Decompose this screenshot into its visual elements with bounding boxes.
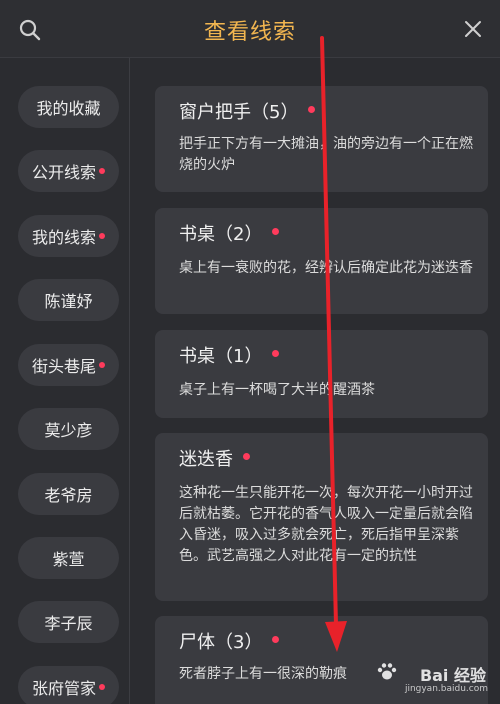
clue-description: 把手正下方有一大摊油，油的旁边有一个正在燃烧的火炉 xyxy=(179,136,473,173)
sidebar-item-master-room[interactable]: 老爷房 xyxy=(18,473,119,515)
clue-title: 书桌（1） xyxy=(179,346,263,367)
clue-title: 窗户把手（5） xyxy=(179,102,299,123)
sidebar-item-label: 我的收藏 xyxy=(36,99,101,118)
sidebar-item-chen-jinyu[interactable]: 陈谨妤 xyxy=(18,279,119,321)
sidebar-item-label: 李子辰 xyxy=(44,614,93,633)
sidebar-item-public-clues[interactable]: 公开线索 xyxy=(18,150,119,192)
unread-dot xyxy=(99,233,105,239)
clue-description: 桌子上有一杯喝了大半的醒酒茶 xyxy=(179,382,375,398)
sidebar-item-label: 陈谨妤 xyxy=(44,292,93,311)
sidebar-item-my-favorites[interactable]: 我的收藏 xyxy=(18,86,119,128)
clue-title: 迷迭香 xyxy=(179,449,233,470)
sidebar-item-label: 紫萱 xyxy=(52,550,85,569)
unread-dot xyxy=(99,362,105,368)
close-icon[interactable] xyxy=(462,18,484,40)
sidebar-item-street-alley[interactable]: 街头巷尾 xyxy=(18,344,119,386)
unread-dot xyxy=(272,349,280,357)
sidebar-item-label: 公开线索 xyxy=(31,163,96,182)
unread-dot xyxy=(99,684,105,690)
sidebar-item-label: 张府管家 xyxy=(31,679,96,698)
clue-category-sidebar: 我的收藏 公开线索 我的线索 陈谨妤 街头巷尾 莫少彦 老爷房 紫萱 李子辰 张… xyxy=(0,58,130,704)
clue-card-rosemary[interactable]: 迷迭香 这种花一生只能开花一次，每次开花一小时开过后就枯萎。它开花的香气人吸入一… xyxy=(155,433,488,601)
unread-dot xyxy=(272,227,280,235)
clue-card-window-handle[interactable]: 窗户把手（5） 把手正下方有一大摊油，油的旁边有一个正在燃烧的火炉 xyxy=(155,86,488,192)
page-title: 查看线索 xyxy=(203,20,296,45)
sidebar-item-my-clues[interactable]: 我的线索 xyxy=(18,215,119,257)
clue-description: 这种花一生只能开花一次，每次开花一小时开过后就枯萎。它开花的香气人吸入一定量后就… xyxy=(179,485,473,564)
sidebar-item-label: 莫少彦 xyxy=(44,421,93,440)
unread-dot xyxy=(243,452,250,460)
baidu-jingyan-watermark: Bai 经验 jingyan.baidu.com xyxy=(374,660,494,700)
paw-logo-icon xyxy=(377,663,397,680)
sidebar-item-zi-xuan[interactable]: 紫萱 xyxy=(18,537,119,579)
sidebar-item-li-zichen[interactable]: 李子辰 xyxy=(18,601,119,643)
clue-title: 尸体（3） xyxy=(179,632,263,653)
header-bar: 查看线索 xyxy=(0,0,500,58)
sidebar-item-mo-shaoyan[interactable]: 莫少彦 xyxy=(18,408,119,450)
unread-dot xyxy=(272,635,280,643)
clue-description: 桌上有一衰败的花，经辨认后确定此花为迷迭香 xyxy=(179,260,473,276)
sidebar-item-zhang-steward[interactable]: 张府管家 xyxy=(18,666,119,704)
sidebar-item-label: 老爷房 xyxy=(44,486,93,505)
sidebar-item-label: 我的线索 xyxy=(31,228,96,247)
clue-card-desk-2[interactable]: 书桌（2） 桌上有一衰败的花，经辨认后确定此花为迷迭香 xyxy=(155,208,488,314)
sidebar-item-label: 街头巷尾 xyxy=(31,357,96,376)
clue-card-desk-1[interactable]: 书桌（1） 桌子上有一杯喝了大半的醒酒茶 xyxy=(155,330,488,418)
unread-dot xyxy=(308,105,316,113)
watermark-url: jingyan.baidu.com xyxy=(404,684,488,694)
unread-dot xyxy=(99,168,105,174)
clue-list: 窗户把手（5） 把手正下方有一大摊油，油的旁边有一个正在燃烧的火炉 书桌（2） … xyxy=(130,58,500,704)
clue-title: 书桌（2） xyxy=(179,224,263,245)
watermark-brand: Bai 经验 xyxy=(419,666,486,685)
